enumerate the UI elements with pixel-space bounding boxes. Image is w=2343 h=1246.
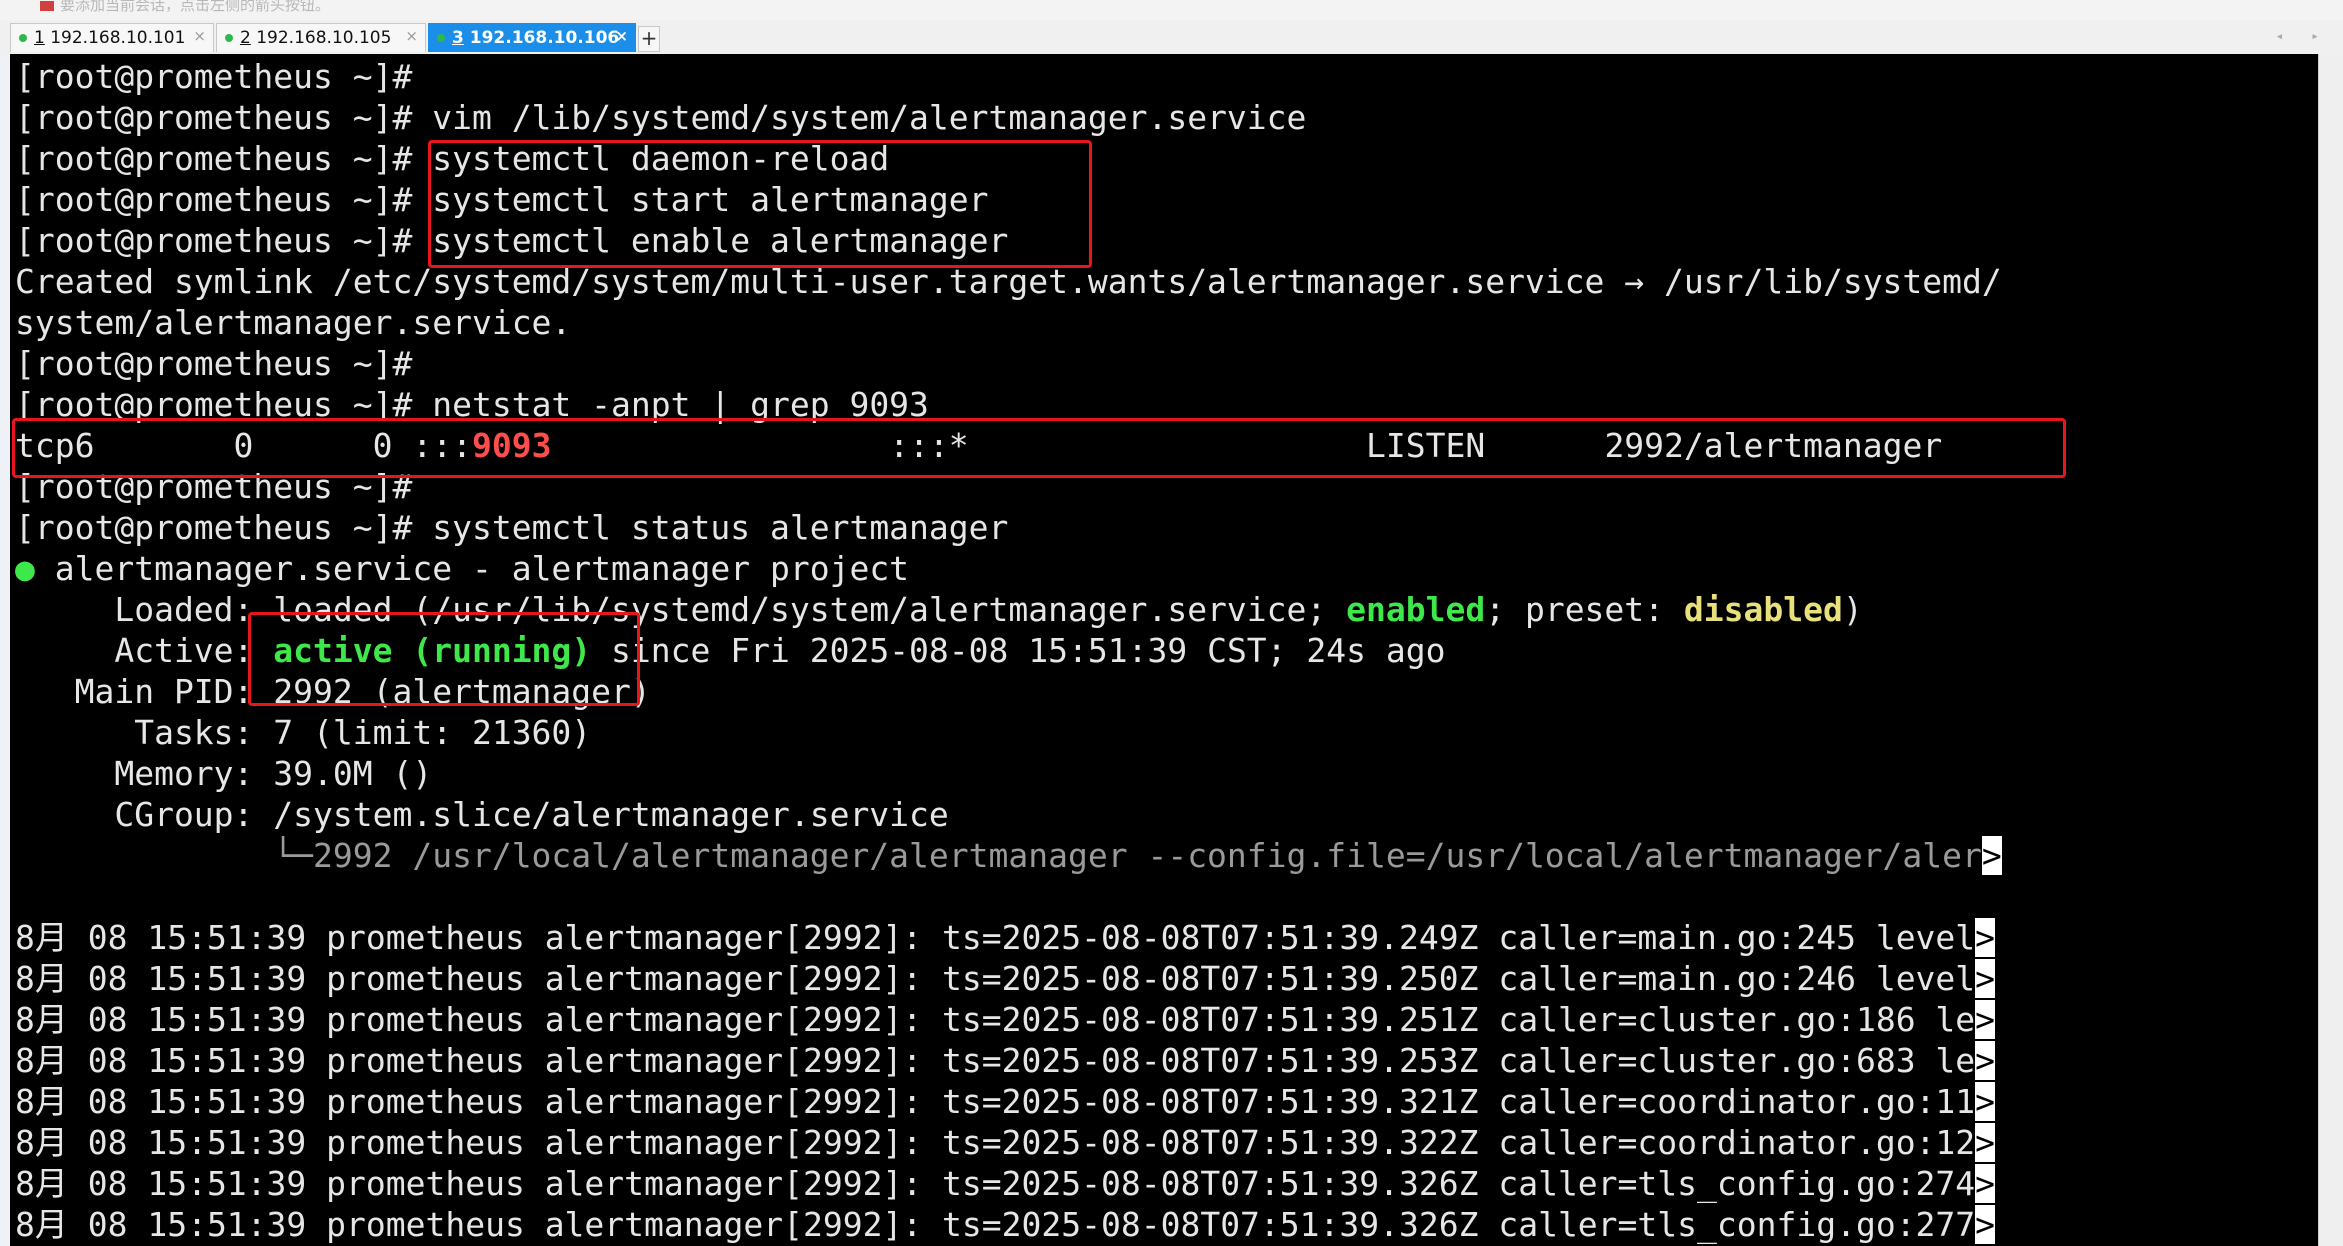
- truncation-marker: >: [1981, 836, 2002, 875]
- notification-strip: 要添加当前会话，点击左侧的箭头按钮。: [0, 0, 2343, 22]
- log-text: 8月 08 15:51:39 prometheus alertmanager[2…: [15, 1000, 1976, 1039]
- log-line: 8月 08 15:51:39 prometheus alertmanager[2…: [15, 1040, 1996, 1081]
- active-since: since Fri 2025-08-08 15:51:39 CST; 24s a…: [591, 631, 1446, 670]
- truncation-marker: >: [1975, 1000, 1996, 1039]
- tab-label: 192.168.10.101: [50, 28, 186, 48]
- terminal-line: └─2992 /usr/local/alertmanager/alertmana…: [15, 835, 2002, 876]
- annotation-box-systemctl-commands: [428, 140, 1092, 268]
- command: systemctl status alertmanager: [412, 508, 1009, 547]
- truncation-marker: >: [1975, 1205, 1996, 1244]
- loaded-mid: ; preset:: [1485, 590, 1684, 629]
- command: vim /lib/systemd/system/alertmanager.ser…: [412, 98, 1307, 137]
- loaded-end: ): [1842, 590, 1863, 629]
- close-icon[interactable]: ×: [405, 27, 418, 45]
- arrow-icon: [40, 0, 54, 11]
- annotation-box-netstat-result: [12, 418, 2066, 478]
- tab-number: 2: [240, 28, 251, 48]
- cgroup: CGroup: /system.slice/alertmanager.servi…: [15, 795, 949, 834]
- log-text: 8月 08 15:51:39 prometheus alertmanager[2…: [15, 959, 1976, 998]
- memory: Memory: 39.0M (): [15, 754, 433, 793]
- terminal-line: Active: active (running) since Fri 2025-…: [15, 630, 1445, 671]
- truncation-marker: >: [1975, 918, 1996, 957]
- session-hint-text: 要添加当前会话，点击左侧的箭头按钮。: [60, 0, 331, 14]
- add-tab-button[interactable]: +: [638, 26, 660, 52]
- prompt: [root@prometheus ~]#: [15, 180, 413, 219]
- truncation-marker: >: [1975, 1164, 1996, 1203]
- terminal-line: [root@prometheus ~]#: [15, 343, 412, 384]
- log-line: 8月 08 15:51:39 prometheus alertmanager[2…: [15, 1081, 1996, 1122]
- terminal-line: [root@prometheus ~]# systemctl status al…: [15, 507, 1008, 548]
- truncation-marker: >: [1975, 959, 1996, 998]
- tab-number: 3: [452, 28, 464, 48]
- terminal-line: [root@prometheus ~]# vim /lib/systemd/sy…: [15, 97, 1306, 138]
- truncation-marker: >: [1975, 1041, 1996, 1080]
- tab-label: 192.168.10.106: [469, 28, 620, 48]
- terminal-line: Tasks: 7 (limit: 21360): [15, 712, 591, 753]
- vertical-scrollbar[interactable]: [2318, 54, 2343, 1246]
- unit-title: alertmanager.service - alertmanager proj…: [34, 549, 910, 588]
- log-text: 8月 08 15:51:39 prometheus alertmanager[2…: [15, 1164, 1976, 1203]
- terminal-line: ● alertmanager.service - alertmanager pr…: [15, 548, 909, 589]
- tab-session-3[interactable]: 3 192.168.10.106 ×: [428, 23, 636, 52]
- status-dot-icon: ●: [15, 549, 35, 588]
- terminal-line: CGroup: /system.slice/alertmanager.servi…: [15, 794, 949, 835]
- session-hint: 要添加当前会话，点击左侧的箭头按钮。: [40, 0, 330, 15]
- tab-session-1[interactable]: 1 192.168.10.101 ×: [10, 23, 214, 52]
- tab-session-2[interactable]: 2 192.168.10.105 ×: [216, 23, 426, 52]
- log-line: 8月 08 15:51:39 prometheus alertmanager[2…: [15, 958, 1996, 999]
- prompt: [root@prometheus ~]#: [15, 508, 413, 547]
- log-text: 8月 08 15:51:39 prometheus alertmanager[2…: [15, 1123, 1976, 1162]
- tab-number: 1: [34, 28, 45, 48]
- log-line: 8月 08 15:51:39 prometheus alertmanager[2…: [15, 999, 1996, 1040]
- connected-dot-icon: [19, 34, 27, 42]
- prompt: [root@prometheus ~]#: [15, 98, 413, 137]
- loaded-label: Loaded: loaded (/usr/lib/systemd/system/…: [15, 590, 1347, 629]
- log-line: 8月 08 15:51:39 prometheus alertmanager[2…: [15, 1163, 1996, 1204]
- truncation-marker: >: [1975, 1082, 1996, 1121]
- log-text: 8月 08 15:51:39 prometheus alertmanager[2…: [15, 918, 1976, 957]
- terminal-output[interactable]: [root@prometheus ~]# [root@prometheus ~]…: [10, 54, 2318, 1246]
- preset-state: disabled: [1683, 590, 1843, 629]
- session-tab-bar: 1 192.168.10.101 × 2 192.168.10.105 × 3 …: [0, 20, 2343, 55]
- log-text: 8月 08 15:51:39 prometheus alertmanager[2…: [15, 1205, 1976, 1244]
- log-text: 8月 08 15:51:39 prometheus alertmanager[2…: [15, 1082, 1976, 1121]
- log-text: 8月 08 15:51:39 prometheus alertmanager[2…: [15, 1041, 1976, 1080]
- terminal-line: Memory: 39.0M (): [15, 753, 432, 794]
- prompt: [root@prometheus ~]#: [15, 139, 413, 178]
- close-icon[interactable]: ×: [615, 27, 628, 45]
- cgroup-tree: └─2992 /usr/local/alertmanager/alertmana…: [15, 836, 1982, 875]
- log-line: 8月 08 15:51:39 prometheus alertmanager[2…: [15, 1204, 1996, 1245]
- tasks: Tasks: 7 (limit: 21360): [15, 713, 592, 752]
- prompt: [root@prometheus ~]#: [15, 57, 413, 96]
- terminal-line: system/alertmanager.service.: [15, 302, 571, 343]
- output: system/alertmanager.service.: [15, 303, 572, 342]
- close-icon[interactable]: ×: [193, 27, 206, 45]
- prompt: [root@prometheus ~]#: [15, 221, 413, 260]
- truncation-marker: >: [1975, 1123, 1996, 1162]
- enabled-state: enabled: [1346, 590, 1486, 629]
- prompt: [root@prometheus ~]#: [15, 344, 413, 383]
- log-line: 8月 08 15:51:39 prometheus alertmanager[2…: [15, 1122, 1996, 1163]
- annotation-box-active-status: [248, 612, 640, 706]
- tab-scroll-arrows-icon[interactable]: ◂ ▸: [2276, 29, 2329, 44]
- log-line: 8月 08 15:51:39 prometheus alertmanager[2…: [15, 917, 1996, 958]
- active-label: Active:: [15, 631, 274, 670]
- left-panel-edge: [0, 54, 10, 1246]
- tab-label: 192.168.10.105: [256, 28, 392, 48]
- connected-dot-icon: [437, 34, 445, 42]
- connected-dot-icon: [225, 34, 233, 42]
- terminal-line: [root@prometheus ~]#: [15, 56, 412, 97]
